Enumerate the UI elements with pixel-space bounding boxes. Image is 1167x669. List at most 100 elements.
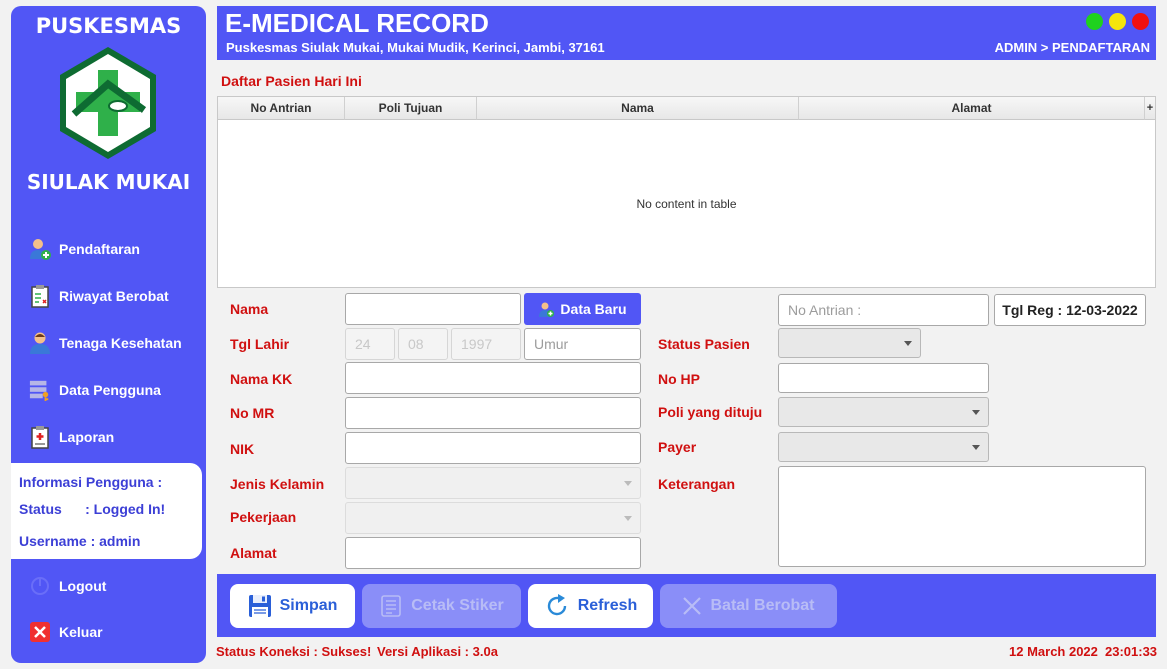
puskesmas-logo-icon	[60, 47, 156, 159]
chevron-down-icon	[624, 481, 632, 486]
breadcrumb: ADMIN > PENDAFTARAN	[994, 40, 1150, 55]
alamat-input[interactable]	[345, 537, 641, 569]
batal-berobat-button[interactable]: Batal Berobat	[660, 584, 837, 628]
patient-table[interactable]: No Antrian Poli Tujuan Nama Alamat + No …	[217, 96, 1156, 288]
exit-button[interactable]: Keluar	[29, 617, 209, 647]
no-hp-label: No HP	[658, 371, 700, 387]
table-empty-text: No content in table	[636, 197, 737, 211]
window-dot-red[interactable]	[1132, 13, 1149, 30]
payer-label: Payer	[658, 439, 697, 455]
sidebar-item-pendaftaran[interactable]: Pendaftaran	[29, 234, 209, 264]
window-dot-green[interactable]	[1086, 13, 1103, 30]
table-caption: Daftar Pasien Hari Ini	[221, 73, 362, 89]
status-pasien-select[interactable]	[778, 328, 921, 358]
batal-berobat-label: Batal Berobat	[710, 597, 815, 614]
tgl-lahir-day-input[interactable]: 24	[345, 328, 395, 360]
clipboard-icon	[29, 284, 51, 308]
no-hp-input[interactable]	[778, 363, 989, 393]
tgl-lahir-month-input[interactable]: 08	[398, 328, 448, 360]
table-menu-button[interactable]: +	[1145, 97, 1155, 120]
status-time: 23:01:33	[1105, 644, 1158, 659]
column-header-no-antrian[interactable]: No Antrian	[218, 97, 345, 120]
no-mr-label: No MR	[230, 405, 275, 421]
sidebar-item-tenaga-kesehatan[interactable]: Tenaga Kesehatan	[29, 328, 209, 358]
brand-top-text: PUSKESMAS	[35, 14, 182, 38]
alamat-label: Alamat	[230, 545, 277, 561]
column-header-nama[interactable]: Nama	[477, 97, 799, 120]
add-user-icon	[29, 237, 51, 261]
sidebar-item-label: Tenaga Kesehatan	[59, 335, 182, 351]
sidebar-item-label: Pendaftaran	[59, 241, 140, 257]
jenis-kelamin-select[interactable]	[345, 467, 641, 499]
data-baru-label: Data Baru	[560, 301, 627, 317]
sidebar-item-label: Laporan	[59, 429, 115, 445]
sidebar-item-riwayat-berobat[interactable]: Riwayat Berobat	[29, 281, 209, 311]
tgl-reg-field: Tgl Reg : 12-03-2022	[994, 294, 1146, 326]
keterangan-label: Keterangan	[658, 476, 736, 492]
app-header: E-MEDICAL RECORD Puskesmas Siulak Mukai,…	[217, 6, 1156, 60]
status-koneksi: Status Koneksi : Sukses!	[216, 644, 372, 659]
sidebar-item-label: Riwayat Berobat	[59, 288, 169, 304]
refresh-label: Refresh	[577, 597, 638, 614]
sidebar-item-laporan[interactable]: Laporan	[29, 422, 209, 452]
brand-bottom-text: SIULAK MUKAI	[26, 170, 191, 194]
no-mr-input[interactable]	[345, 397, 641, 429]
cetak-stiker-button[interactable]: Cetak Stiker	[362, 584, 521, 628]
chevron-down-icon	[972, 445, 980, 450]
poli-select[interactable]	[778, 397, 989, 427]
versi-aplikasi: Versi Aplikasi : 3.0a	[377, 644, 498, 659]
sidebar-item-label: Data Pengguna	[59, 382, 161, 398]
cetak-stiker-label: Cetak Stiker	[411, 597, 504, 614]
nama-kk-label: Nama KK	[230, 371, 293, 387]
poli-label: Poli yang dituju	[658, 404, 763, 420]
jenis-kelamin-label: Jenis Kelamin	[230, 476, 325, 492]
chevron-down-icon	[904, 341, 912, 346]
payer-select[interactable]	[778, 432, 989, 462]
close-icon	[682, 596, 702, 616]
page-subtitle: Puskesmas Siulak Mukai, Mukai Mudik, Ker…	[226, 40, 605, 55]
simpan-label: Simpan	[279, 597, 338, 614]
status-pasien-label: Status Pasien	[658, 336, 750, 352]
print-list-icon	[379, 594, 403, 618]
refresh-button[interactable]: Refresh	[528, 584, 653, 628]
chevron-down-icon	[624, 516, 632, 521]
user-status: Status : Logged In!	[19, 501, 166, 517]
window-dot-yellow[interactable]	[1109, 13, 1126, 30]
add-user-icon	[538, 301, 555, 317]
refresh-icon	[544, 593, 570, 619]
status-date: 12 March 2022	[1009, 644, 1098, 659]
page-title: E-MEDICAL RECORD	[225, 8, 489, 38]
sidebar: PUSKESMAS SIULAK MUKAI Pendaftaran Riway…	[11, 6, 206, 663]
logout-icon	[29, 574, 51, 598]
nik-label: NIK	[230, 441, 255, 457]
simpan-button[interactable]: Simpan	[230, 584, 355, 628]
tgl-lahir-year-input[interactable]: 1997	[451, 328, 521, 360]
nik-input[interactable]	[345, 432, 641, 464]
data-baru-button[interactable]: Data Baru	[524, 293, 641, 325]
nama-kk-input[interactable]	[345, 362, 641, 394]
action-bar: Simpan Cetak Stiker Refresh Batal Beroba…	[217, 574, 1156, 637]
user-username: Username : admin	[19, 533, 141, 549]
no-antrian-input[interactable]: No Antrian :	[778, 294, 989, 326]
pekerjaan-select[interactable]	[345, 502, 641, 534]
nama-label: Nama	[230, 301, 269, 317]
sidebar-item-data-pengguna[interactable]: Data Pengguna	[29, 375, 209, 405]
database-key-icon	[29, 378, 51, 402]
user-info-title: Informasi Pengguna :	[19, 474, 163, 490]
doctor-icon	[29, 331, 51, 355]
tgl-lahir-label: Tgl Lahir	[230, 336, 290, 352]
nama-input[interactable]	[345, 293, 521, 325]
chevron-down-icon	[972, 410, 980, 415]
report-icon	[29, 425, 51, 449]
save-icon	[248, 594, 272, 618]
column-header-alamat[interactable]: Alamat	[799, 97, 1145, 120]
column-header-poli-tujuan[interactable]: Poli Tujuan	[345, 97, 477, 120]
keterangan-textarea[interactable]	[778, 466, 1146, 567]
logout-button[interactable]: Logout	[29, 571, 209, 601]
user-info-panel: Informasi Pengguna : Status : Logged In!…	[11, 463, 202, 559]
close-icon	[29, 620, 51, 644]
logout-label: Logout	[59, 578, 107, 594]
exit-label: Keluar	[59, 624, 103, 640]
pekerjaan-label: Pekerjaan	[230, 509, 297, 525]
umur-input[interactable]: Umur	[524, 328, 641, 360]
